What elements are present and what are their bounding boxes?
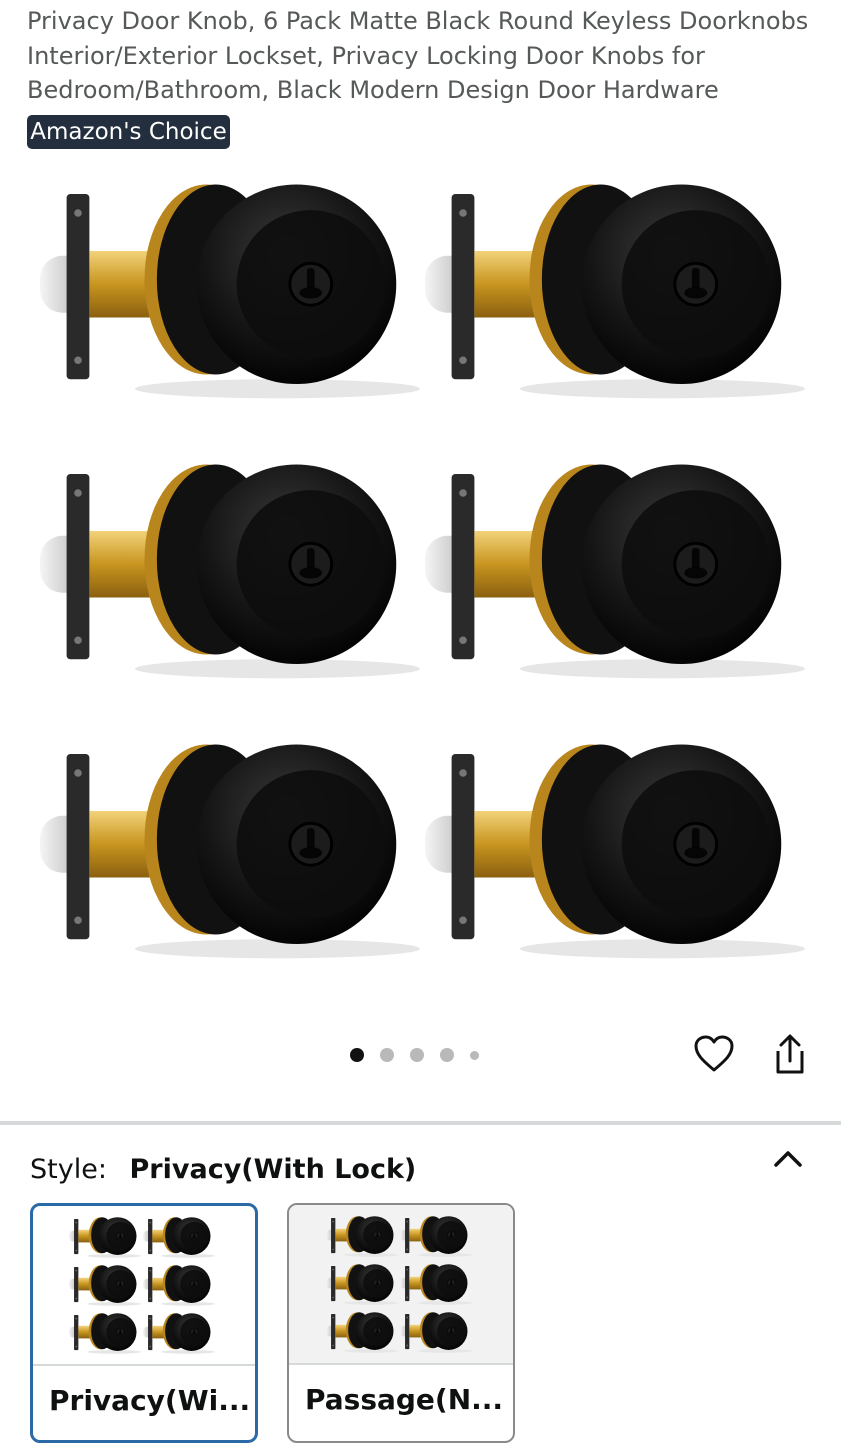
style-option-privacy[interactable]: Privacy(Wi...: [30, 1203, 258, 1443]
product-image-knob: [425, 175, 805, 403]
product-image-knob: [425, 455, 805, 683]
product-image-knob: [40, 735, 420, 963]
carousel-dot-active[interactable]: [350, 1048, 364, 1062]
product-title-line: Privacy Door Knob, 6 Pack Matte Black Ro…: [27, 7, 809, 35]
style-option-thumbnail: [289, 1205, 513, 1363]
product-image-knob: [40, 175, 420, 403]
heart-icon: [694, 1035, 734, 1072]
carousel-pagination[interactable]: [350, 1046, 479, 1064]
share-button[interactable]: [768, 1032, 812, 1076]
product-title-line: Interior/Exterior Lockset, Privacy Locki…: [27, 41, 705, 70]
knob-thumbnail-icon: [326, 1215, 472, 1353]
style-option-label: Passage(N...: [305, 1383, 504, 1416]
style-selector-header: Style: Privacy(With Lock): [30, 1150, 810, 1190]
style-option-thumbnail: [33, 1206, 255, 1364]
product-image-knob: [40, 455, 420, 683]
carousel-dot[interactable]: [380, 1048, 394, 1062]
product-image-gallery[interactable]: [0, 165, 841, 1015]
carousel-dot[interactable]: [410, 1048, 424, 1062]
style-option-passage[interactable]: Passage(N...: [287, 1203, 515, 1443]
product-title-line: Bedroom/Bathroom, Black Modern Design Do…: [27, 76, 719, 104]
style-label: Style:: [30, 1154, 107, 1185]
favorite-button[interactable]: [692, 1032, 736, 1076]
style-selected-value: Privacy(With Lock): [129, 1154, 417, 1185]
carousel-dot[interactable]: [440, 1048, 454, 1062]
section-divider: [0, 1121, 841, 1125]
amazons-choice-badge[interactable]: Amazon's Choice: [27, 115, 230, 149]
style-option-label: Privacy(Wi...: [49, 1384, 251, 1417]
carousel-dot[interactable]: [470, 1050, 479, 1060]
product-image-knob: [425, 735, 805, 963]
chevron-up-icon[interactable]: [770, 1145, 806, 1175]
product-title: Privacy Door Knob, 6 Pack Matte Black Ro…: [27, 4, 827, 108]
knob-thumbnail-icon: [69, 1216, 215, 1354]
share-icon: [776, 1034, 804, 1074]
